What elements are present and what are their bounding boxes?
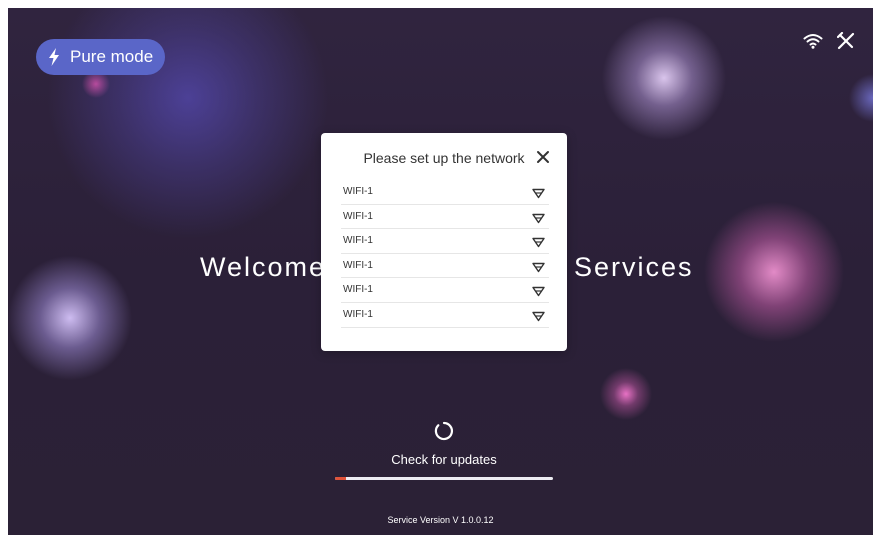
wifi-network-name: WIFI-1	[343, 235, 373, 247]
pure-mode-label: Pure mode	[70, 47, 154, 66]
wifi-network-list: WIFI-1 WIFI-1 WIFI-1 WIFI-1 WIFI-1 WIFI-…	[341, 180, 549, 328]
wifi-network-name: WIFI-1	[343, 259, 373, 271]
wifi-network-item[interactable]: WIFI-1	[341, 205, 549, 230]
wifi-signal-icon	[532, 309, 545, 322]
refresh-spinner-icon	[434, 421, 454, 441]
tools-icon[interactable]	[836, 31, 855, 55]
wifi-network-item[interactable]: WIFI-1	[341, 303, 549, 328]
close-icon[interactable]	[536, 150, 550, 164]
top-right-toolbar	[803, 31, 855, 55]
wifi-icon[interactable]	[803, 33, 823, 54]
wifi-signal-icon	[532, 186, 545, 199]
wifi-network-item[interactable]: WIFI-1	[341, 278, 549, 303]
check-for-updates-label: Check for updates	[391, 452, 497, 467]
dialog-title: Please set up the network	[363, 150, 525, 166]
welcome-text-right: Services	[574, 252, 694, 282]
wifi-network-item[interactable]: WIFI-1	[341, 180, 549, 205]
update-progress-fill	[335, 477, 346, 480]
wifi-signal-icon	[532, 260, 545, 272]
wifi-signal-icon	[532, 284, 545, 297]
wifi-network-name: WIFI-1	[343, 186, 373, 197]
wifi-network-item[interactable]: WIFI-1	[341, 254, 549, 279]
service-version-text: Service Version V 1.0.0.12	[387, 515, 494, 525]
wifi-network-item[interactable]: WIFI-1	[341, 229, 549, 254]
wifi-network-name: WIFI-1	[343, 308, 373, 320]
home-screen: Pure mode Welcome Services Please set up…	[8, 8, 873, 535]
pure-mode-button[interactable]: Pure mode	[36, 39, 166, 75]
wifi-signal-icon	[532, 211, 545, 223]
welcome-text-left: Welcome	[200, 252, 327, 282]
update-progress-bar	[335, 477, 553, 480]
lightning-icon	[48, 48, 60, 66]
wifi-network-name: WIFI-1	[343, 284, 373, 296]
network-setup-dialog: Please set up the network WIFI-1 WIFI-1 …	[321, 133, 567, 351]
wifi-network-name: WIFI-1	[343, 210, 373, 222]
wifi-signal-icon	[532, 235, 545, 248]
